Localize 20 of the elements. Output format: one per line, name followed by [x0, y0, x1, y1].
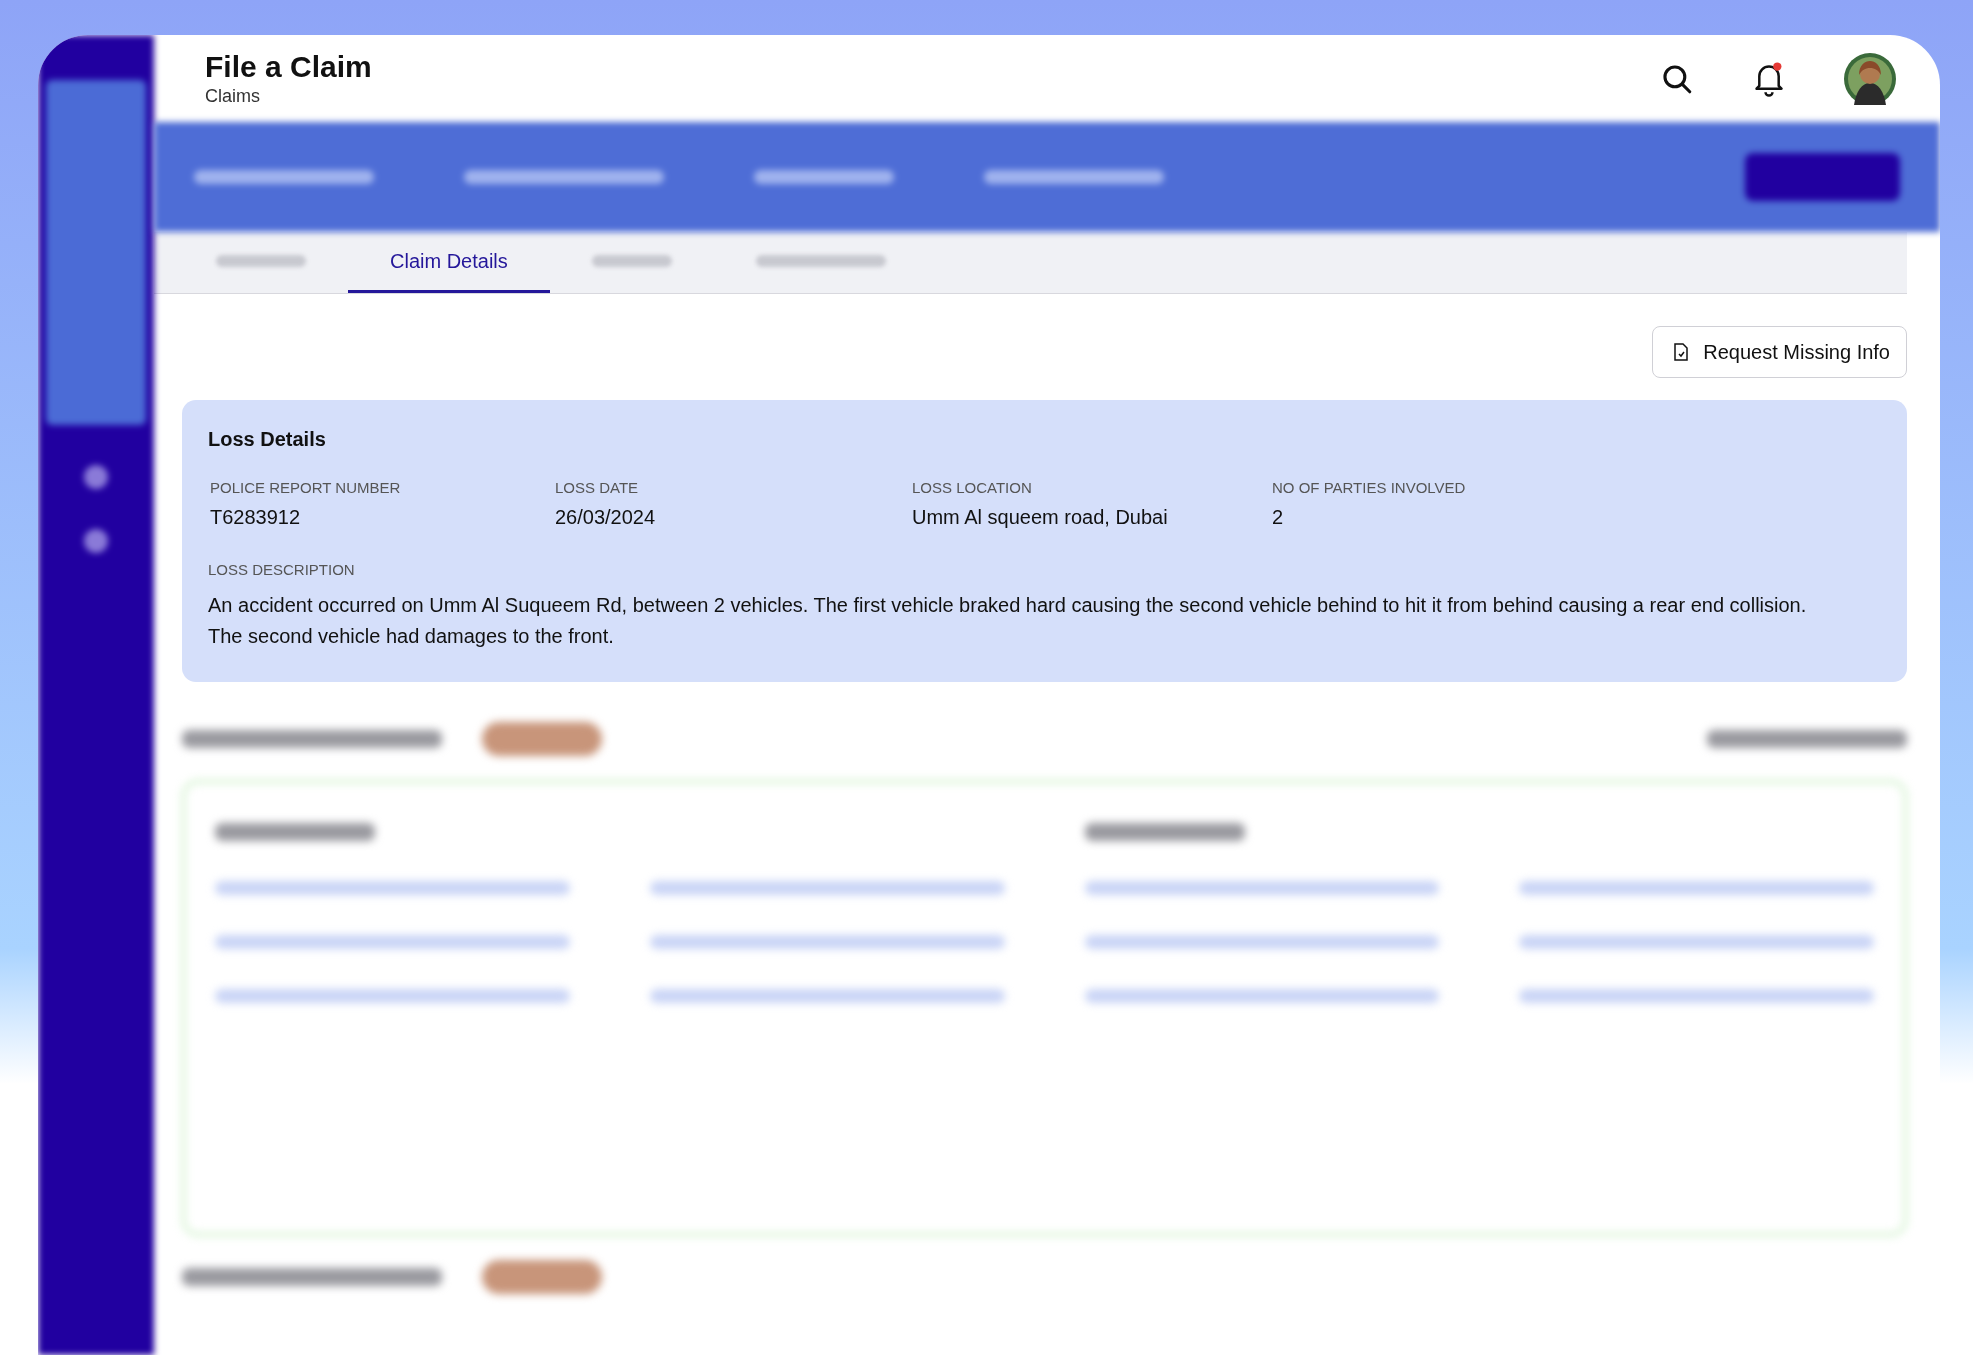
tab[interactable]: Claim Details: [348, 232, 550, 293]
field-label: NO OF PARTIES INVOLVED: [1272, 479, 1467, 496]
breadcrumb: Claims: [205, 86, 261, 107]
section-title: Loss Details: [208, 428, 327, 451]
blurred-sidebar-icon: [84, 465, 108, 489]
blurred-sidebar-icon: [84, 529, 108, 553]
avatar[interactable]: [1844, 52, 1896, 105]
request-missing-info-button[interactable]: Request Missing Info: [1652, 326, 1907, 378]
field-label: POLICE REPORT NUMBER: [210, 479, 402, 496]
field-value: 2: [1272, 506, 1285, 529]
page-title: File a Claim: [205, 50, 372, 84]
field-value: 26/03/2024: [555, 506, 657, 529]
notification-bell-icon[interactable]: [1752, 60, 1786, 97]
field-value: Umm Al squeem road, Dubai: [912, 506, 1169, 529]
field-label: LOSS DATE: [555, 479, 640, 496]
document-icon: [1673, 343, 1690, 361]
field-label: LOSS LOCATION: [912, 479, 1033, 496]
loss-description: An accident occurred on Umm Al Suqueem Rd, between 2 vehicles. The first vehicle braked hard causing the second vehicle behind to hit it from behind causing a rear end collision. The second vehicle had damages to the front.: [208, 593, 1808, 649]
field-value: T6283912: [210, 506, 302, 529]
field-label: LOSS DESCRIPTION: [208, 561, 356, 578]
